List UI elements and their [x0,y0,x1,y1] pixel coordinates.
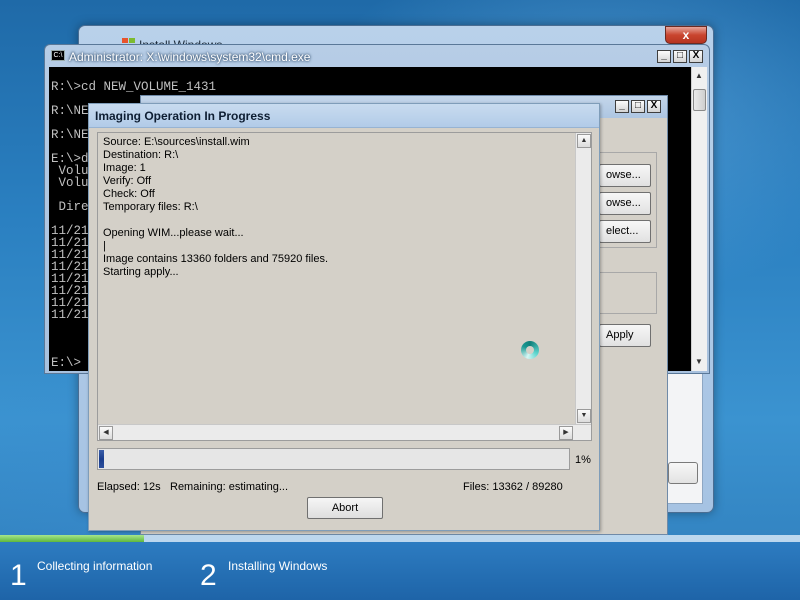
scroll-left-icon[interactable]: ◀ [99,426,113,440]
cmd-close-button[interactable]: X [689,50,703,63]
remaining-time: Remaining: estimating... [170,481,288,493]
busy-spinner-icon [521,341,539,359]
step-label-installing: Installing Windows [228,559,328,573]
install-close-button[interactable]: x [665,26,707,44]
cmd-maximize-button[interactable]: □ [673,50,687,63]
log-text: Source: E:\sources\install.wim Destinati… [103,136,329,278]
scroll-right-icon[interactable]: ▶ [559,426,573,440]
cmd-prompt: E:\> [51,356,82,370]
files-count: Files: 13362 / 89280 [463,481,563,493]
log-vertical-scrollbar[interactable]: ▲ ▼ [575,133,591,424]
setup-progress-track [0,535,800,542]
cmd-line: Volu [51,176,89,190]
browse-destination-button[interactable]: owse... [599,192,651,215]
imaging-progress-bar [97,448,570,470]
scroll-up-icon[interactable]: ▲ [695,71,703,80]
browse-source-button[interactable]: owse... [599,164,651,187]
step-number-2: 2 [200,559,217,592]
cmd-line: 11/21 [51,308,89,322]
scroll-up-icon[interactable]: ▲ [577,134,591,148]
tool-info-group [595,272,657,314]
cmd-titlebar[interactable]: C:\ Administrator: X:\windows\system32\c… [45,45,709,67]
cmd-scrollbar[interactable]: ▲ ▼ [691,67,707,371]
apply-button[interactable]: Apply [599,324,651,347]
tool-maximize-button[interactable]: □ [631,100,645,113]
step-number-1: 1 [10,559,27,592]
imaging-progress-dialog: Imaging Operation In Progress Source: E:… [88,103,600,531]
log-horizontal-scrollbar[interactable]: ◀ ▶ [98,424,591,440]
progress-percent: 1% [575,454,591,466]
cmd-line: R:\NE [51,128,89,142]
install-next-button[interactable] [668,462,698,484]
cmd-title: Administrator: X:\windows\system32\cmd.e… [69,50,311,64]
tool-close-button[interactable]: X [647,100,661,113]
cmd-line: Dire [51,200,89,214]
cmd-icon: C:\ [51,50,65,61]
scroll-down-icon[interactable]: ▼ [577,409,591,423]
cmd-line: R:\>cd NEW_VOLUME_1431 [51,80,217,94]
cmd-scroll-thumb[interactable] [693,89,706,111]
tool-minimize-button[interactable]: _ [615,100,629,113]
cmd-minimize-button[interactable]: _ [657,50,671,63]
dialog-titlebar[interactable]: Imaging Operation In Progress [89,104,599,128]
elapsed-time: Elapsed: 12s [97,481,161,493]
dialog-title: Imaging Operation In Progress [95,109,271,123]
abort-button[interactable]: Abort [307,497,383,519]
imaging-progress-fill [99,450,104,468]
select-button[interactable]: elect... [599,220,651,243]
scroll-down-icon[interactable]: ▼ [695,357,703,366]
cmd-line: R:\NE [51,104,89,118]
operation-log[interactable]: Source: E:\sources\install.wim Destinati… [97,132,592,441]
step-label-collecting: Collecting information [37,559,153,573]
setup-progress-fill [0,535,144,542]
